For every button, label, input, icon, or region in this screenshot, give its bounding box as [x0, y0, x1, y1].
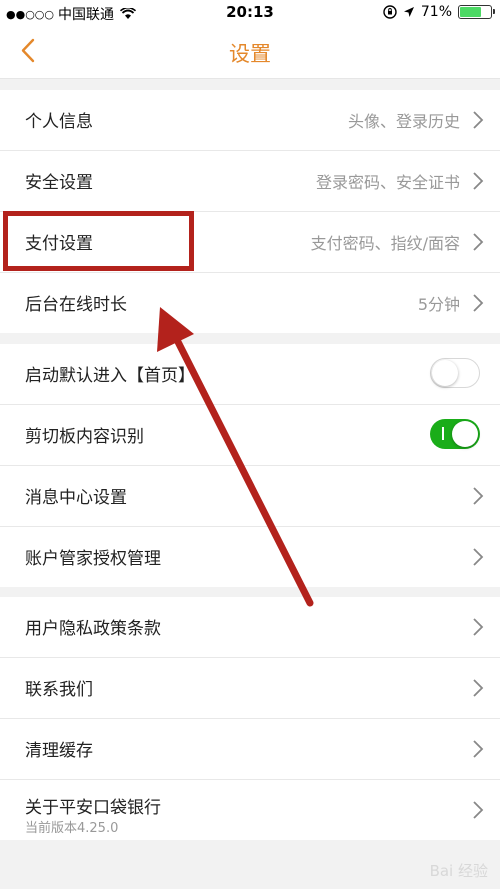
default-home-toggle[interactable] [430, 358, 480, 388]
chevron-right-icon [473, 111, 484, 129]
row-label: 关于平安口袋银行 [25, 798, 161, 818]
row-label: 清理缓存 [25, 741, 93, 761]
row-value: 支付密码、指纹/面容 [310, 234, 460, 253]
row-value: 登录密码、安全证书 [315, 173, 460, 192]
row-security-settings[interactable]: 安全设置 登录密码、安全证书 [0, 151, 500, 212]
chevron-right-icon [473, 618, 484, 636]
row-personal-info[interactable]: 个人信息 头像、登录历史 [0, 90, 500, 151]
app-version: 当前版本4.25.0 [25, 821, 119, 836]
row-account-manager-authorization[interactable]: 账户管家授权管理 [0, 527, 500, 587]
row-label: 用户隐私政策条款 [25, 619, 161, 639]
nav-bar: 设置 [0, 26, 500, 79]
battery-percent: 71% [420, 4, 452, 20]
annotation-highlight-box [3, 211, 194, 271]
about-group: 用户隐私政策条款 联系我们 清理缓存 关于平安口袋银行 当前版本4.25.0 [0, 597, 500, 840]
chevron-right-icon [473, 679, 484, 697]
chevron-right-icon [473, 740, 484, 758]
preferences-group: 启动默认进入【首页】 剪切板内容识别 消息中心设置 账户管家授权管理 [0, 344, 500, 587]
row-label: 剪切板内容识别 [25, 427, 144, 447]
row-label: 联系我们 [25, 680, 93, 700]
row-label: 消息中心设置 [25, 488, 127, 508]
row-value: 头像、登录历史 [347, 112, 460, 131]
chevron-right-icon [473, 294, 484, 312]
row-about-app[interactable]: 关于平安口袋银行 当前版本4.25.0 [0, 780, 500, 840]
rotation-lock-icon [383, 5, 397, 19]
location-arrow-icon [403, 7, 414, 17]
row-value: 5分钟 [417, 295, 460, 314]
row-contact-us[interactable]: 联系我们 [0, 658, 500, 719]
chevron-right-icon [473, 801, 484, 819]
chevron-right-icon [473, 172, 484, 190]
chevron-right-icon [473, 548, 484, 566]
chevron-right-icon [473, 233, 484, 251]
status-bar: ●●○○○ 中国联通 20:13 71% [0, 0, 500, 26]
battery-icon [458, 5, 495, 19]
row-label: 个人信息 [25, 112, 93, 132]
row-label: 安全设置 [25, 173, 93, 193]
row-clear-cache[interactable]: 清理缓存 [0, 719, 500, 780]
row-message-center-settings[interactable]: 消息中心设置 [0, 466, 500, 527]
row-default-home: 启动默认进入【首页】 [0, 344, 500, 405]
clipboard-recognition-toggle[interactable] [430, 419, 480, 449]
page-title: 设置 [229, 42, 271, 66]
chevron-right-icon [473, 487, 484, 505]
row-label: 账户管家授权管理 [25, 549, 161, 569]
row-label: 启动默认进入【首页】 [25, 366, 195, 386]
row-label: 后台在线时长 [25, 295, 127, 315]
row-privacy-policy[interactable]: 用户隐私政策条款 [0, 597, 500, 658]
row-background-online-duration[interactable]: 后台在线时长 5分钟 [0, 273, 500, 333]
row-clipboard-recognition: 剪切板内容识别 [0, 405, 500, 466]
watermark: Bai 经验 [429, 862, 488, 880]
